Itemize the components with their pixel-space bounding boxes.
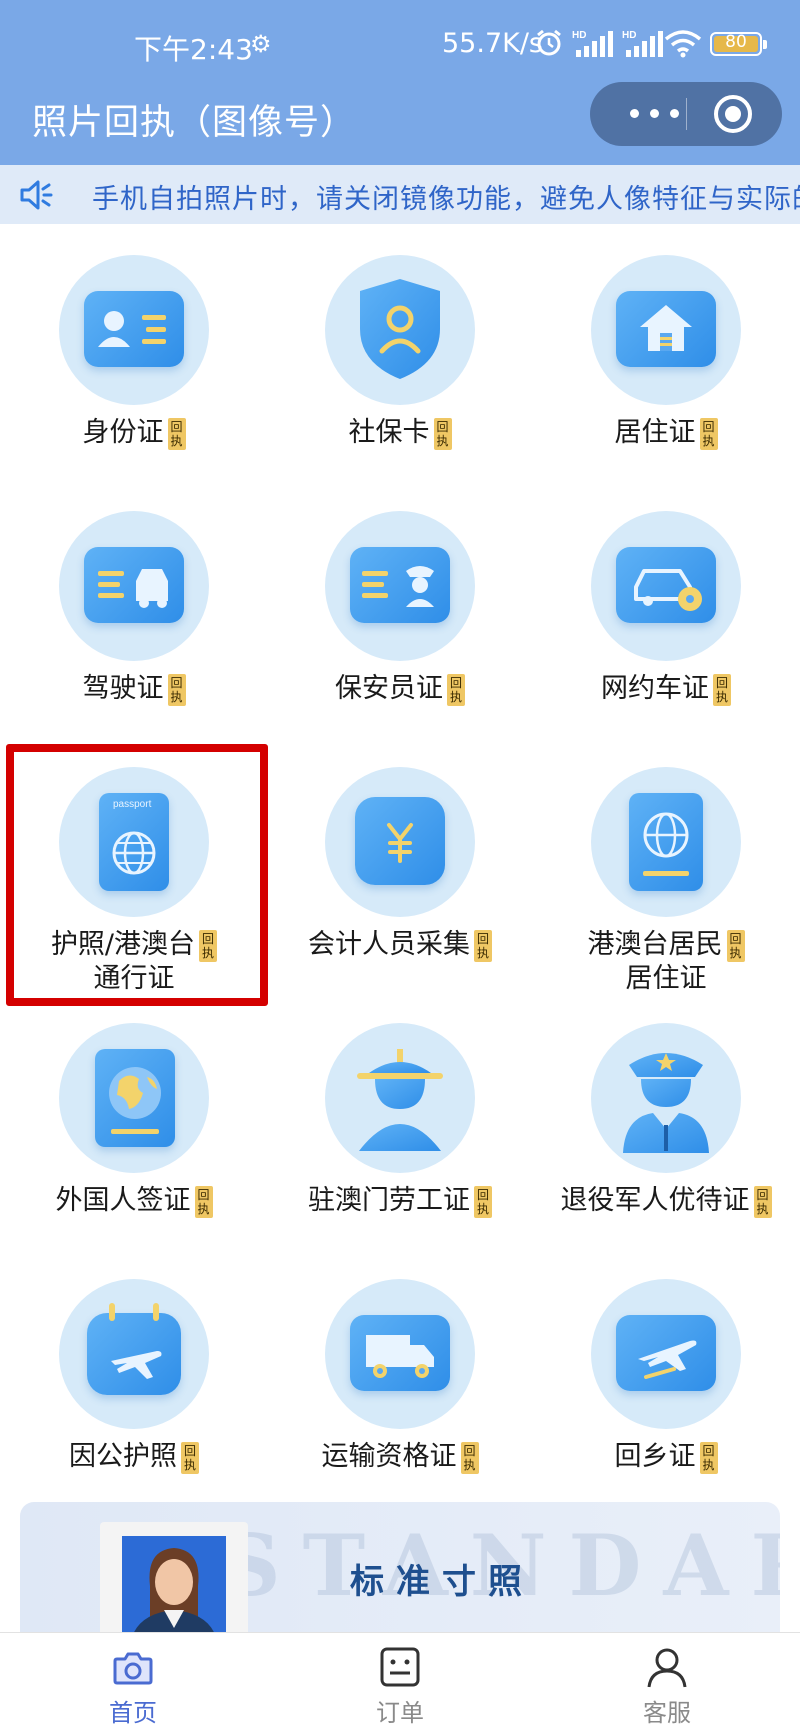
grid-item-label: 社保卡回执 <box>280 416 520 450</box>
receipt-badge: 回执 <box>474 929 492 962</box>
calendar-plane-icon <box>87 1303 181 1395</box>
receipt-badge: 回执 <box>167 417 186 450</box>
grid-item-label: 身份证回执 <box>14 416 254 450</box>
receipt-badge: 回执 <box>447 673 465 706</box>
receipt-badge: 回执 <box>433 417 452 450</box>
alarm-icon <box>537 29 561 56</box>
grid-item-accountant-collection[interactable]: 会计人员采集回执 <box>280 752 520 1007</box>
grid-item-label: 驾驶证回执 <box>14 672 254 706</box>
grid-item-label: 外国人签证回执 <box>14 1184 254 1218</box>
grid-item-label: 保安员证回执 <box>280 672 520 706</box>
grid-item-label: 运输资格证回执 <box>280 1440 520 1474</box>
close-miniprogram-button[interactable] <box>714 95 752 133</box>
house-icon <box>616 291 716 367</box>
svg-text:HD: HD <box>572 30 586 41</box>
banner-title: 标准寸照 <box>350 1562 534 1602</box>
security-guard-icon <box>350 547 450 623</box>
receipt-badge: 回执 <box>460 1441 479 1474</box>
grid-item-home-return-permit[interactable]: 回乡证回执 <box>546 1264 786 1519</box>
grid-item-macao-labor-permit[interactable]: 驻澳门劳工证回执 <box>280 1008 520 1263</box>
receipt-badge: 回执 <box>713 673 731 706</box>
wifi-icon <box>664 30 702 58</box>
person-icon <box>647 1648 687 1688</box>
receipt-badge: 回执 <box>181 1441 199 1474</box>
grid-item-label: 驻澳门劳工证回执 <box>280 1184 520 1218</box>
receipt-badge: 回执 <box>167 673 186 706</box>
grid-item-social-security-card[interactable]: 社保卡回执 <box>280 240 520 495</box>
worker-hat-icon <box>357 1049 443 1151</box>
tab-label: 客服 <box>643 1699 691 1727</box>
ride-hailing-car-icon <box>616 547 716 623</box>
tab-label: 首页 <box>109 1699 157 1727</box>
capsule-divider <box>686 98 687 130</box>
receipt-badge: 回执 <box>194 1185 213 1218</box>
miniprogram-capsule <box>590 82 782 146</box>
standard-photo-banner[interactable]: STANDARD 标准寸照 <box>20 1502 780 1632</box>
battery-level: 80 <box>725 32 747 52</box>
grid-item-label: 退役军人优待证回执 <box>546 1184 786 1218</box>
grid-item-driver-license[interactable]: 驾驶证回执 <box>14 496 254 751</box>
receipt-badge: 回执 <box>753 1185 772 1218</box>
header-bar: 下午2:43 ⚙ 55.7K/s HD HD 80 照片回执（图像号） 手机自拍… <box>0 0 800 224</box>
notice-text: 手机自拍照片时，请关闭镜像功能，避免人像特征与实际的 <box>92 184 800 215</box>
bottom-tab-bar: 首页 订单 客服 <box>0 1632 800 1734</box>
grid-item-security-guard-card[interactable]: 保安员证回执 <box>280 496 520 751</box>
id-card-icon <box>84 291 184 367</box>
grid-item-label: 因公护照回执 <box>14 1440 254 1474</box>
truck-icon <box>350 1315 450 1391</box>
settings-gear-icon: ⚙ <box>250 30 272 58</box>
svg-text:HD: HD <box>622 30 636 41</box>
more-options-button[interactable] <box>620 82 690 146</box>
yuan-icon <box>355 797 445 885</box>
grid-item-hk-macao-taiwan-residence-permit[interactable]: 港澳台居民回执 居住证 <box>546 752 786 1007</box>
shield-person-icon <box>360 279 440 379</box>
notice-bar: 手机自拍照片时，请关闭镜像功能，避免人像特征与实际的 <box>0 165 800 224</box>
grid-item-label: 居住证回执 <box>546 416 786 450</box>
tab-home[interactable]: 首页 <box>33 1633 233 1734</box>
order-list-icon <box>380 1647 420 1687</box>
grid-item-residence-permit[interactable]: 居住证回执 <box>546 240 786 495</box>
highlight-box <box>6 744 268 1006</box>
signal-hd-2-icon: HD <box>622 30 663 57</box>
receipt-badge: 回执 <box>699 1441 718 1474</box>
status-bar: 下午2:43 ⚙ 55.7K/s HD HD 80 <box>0 0 800 90</box>
grid-item-transport-qualification[interactable]: 运输资格证回执 <box>280 1264 520 1519</box>
globe-map-icon <box>95 1049 175 1147</box>
network-speed: 55.7K/s <box>442 28 543 59</box>
grid-item-label: 网约车证回执 <box>546 672 786 706</box>
tab-label: 订单 <box>376 1699 424 1727</box>
tab-orders[interactable]: 订单 <box>300 1633 500 1734</box>
grid-item-label: 港澳台居民回执 居住证 <box>546 928 786 995</box>
plane-icon <box>616 1315 716 1391</box>
grid-item-official-passport[interactable]: 因公护照回执 <box>14 1264 254 1519</box>
grid-item-label: 回乡证回执 <box>546 1440 786 1474</box>
tab-customer-service[interactable]: 客服 <box>567 1633 767 1734</box>
grid-item-foreigner-visa[interactable]: 外国人签证回执 <box>14 1008 254 1263</box>
grid-item-label: 会计人员采集回执 <box>280 928 520 962</box>
receipt-badge: 回执 <box>474 1185 492 1218</box>
grid-item-ride-hailing-license[interactable]: 网约车证回执 <box>546 496 786 751</box>
driver-license-icon <box>84 547 184 623</box>
receipt-badge: 回执 <box>726 929 745 962</box>
speaker-icon <box>20 180 53 210</box>
grid-item-id-card[interactable]: 身份证回执 <box>14 240 254 495</box>
camera-icon <box>113 1652 153 1685</box>
globe-book-icon <box>629 793 703 891</box>
veteran-cap-icon <box>623 1053 709 1153</box>
signal-hd-icon: HD <box>572 30 613 57</box>
status-time: 下午2:43 <box>134 33 253 66</box>
grid-item-veteran-card[interactable]: 退役军人优待证回执 <box>546 1008 786 1263</box>
receipt-badge: 回执 <box>699 417 718 450</box>
page-title: 照片回执（图像号） <box>32 103 357 143</box>
battery-icon: 80 <box>710 32 767 56</box>
sample-portrait <box>100 1522 248 1632</box>
